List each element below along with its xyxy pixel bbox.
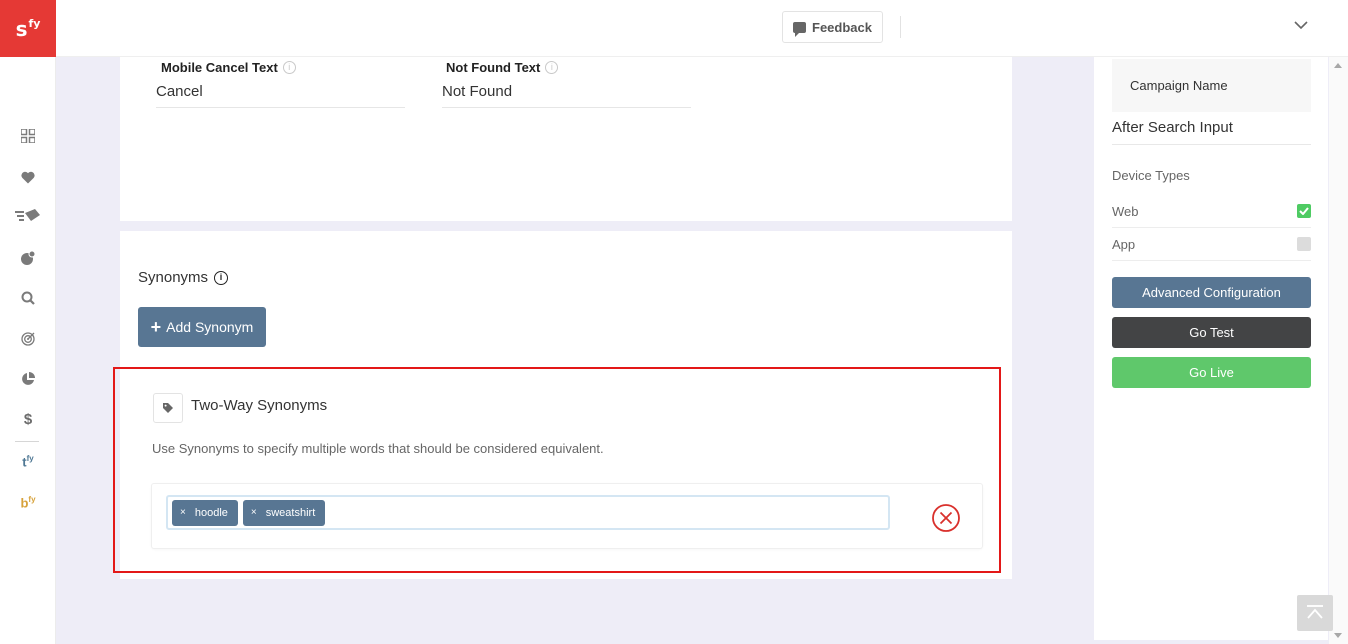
comment-icon (793, 21, 806, 37)
synonym-tag: × hoodle (172, 499, 238, 526)
info-icon[interactable]: i (214, 270, 229, 285)
tag-remove-icon[interactable]: × (251, 507, 257, 518)
sidebar-item-bfy[interactable]: bfy (0, 491, 56, 515)
tag-remove-icon[interactable]: × (180, 507, 186, 518)
sidebar-item-badges[interactable] (0, 246, 56, 270)
device-app-label: App (1112, 236, 1136, 252)
target-icon (21, 332, 35, 346)
sidebar: s fy $ tfy bfy (0, 0, 56, 644)
synonym-tag-label: hoodle (194, 506, 228, 519)
sidebar-item-favorites[interactable] (0, 165, 56, 189)
tag-icon (153, 393, 183, 423)
synonyms-heading: Synonyms i (138, 269, 229, 286)
sidebar-item-dashboard[interactable] (0, 124, 56, 148)
synonym-tags-input[interactable]: × hoodle × sweatshirt (166, 495, 890, 530)
scroll-up-arrow-icon[interactable] (1334, 63, 1342, 68)
tfy-icon: tfy (22, 454, 34, 470)
synonym-tag: × sweatshirt (242, 499, 326, 526)
device-app-row: App (1112, 228, 1311, 261)
arrow-up-icon (1307, 605, 1323, 619)
chevron-down-icon[interactable] (1294, 18, 1308, 32)
app-logo[interactable]: s fy (0, 0, 56, 57)
advanced-configuration-button[interactable]: Advanced Configuration (1112, 277, 1311, 308)
web-checkbox[interactable] (1297, 204, 1311, 218)
mobile-cancel-field: Mobile Cancel Text i Cancel (156, 60, 405, 108)
synonym-row: × hoodle × sweatshirt (151, 483, 983, 549)
not-found-label: Not Found Text (446, 60, 541, 75)
mobile-cancel-label: Mobile Cancel Text (161, 60, 278, 75)
two-way-synonyms-title: Two-Way Synonyms (191, 397, 328, 414)
campaign-name-field[interactable]: Campaign Name (1112, 59, 1311, 112)
campaign-name-label: Campaign Name (1130, 78, 1228, 93)
bfy-icon: bfy (20, 495, 36, 511)
sidebar-item-campaigns[interactable] (0, 204, 56, 228)
device-web-label: Web (1112, 203, 1139, 219)
synonym-tag-label: sweatshirt (265, 506, 316, 519)
two-way-synonyms-group: Two-Way Synonyms Use Synonyms to specify… (113, 367, 1001, 573)
badge-icon (21, 251, 35, 265)
device-web-row: Web (1112, 195, 1311, 228)
feedback-button[interactable]: Feedback (782, 11, 883, 43)
dollar-icon: $ (23, 410, 33, 428)
sidebar-item-pricing[interactable]: $ (0, 407, 56, 431)
heart-icon (21, 171, 35, 183)
scroll-to-top-button[interactable] (1297, 595, 1333, 631)
plus-icon: + (150, 317, 162, 337)
megaphone-icon (15, 209, 40, 221)
info-icon[interactable]: i (545, 61, 559, 74)
synonyms-title: Synonyms (138, 269, 209, 286)
remove-synonym-icon[interactable] (931, 503, 961, 533)
sidebar-divider (15, 441, 39, 442)
text-settings-card: Mobile Cancel Text i Cancel Not Found Te… (120, 57, 1012, 221)
sidebar-item-tfy[interactable]: tfy (0, 450, 56, 474)
scroll-down-arrow-icon[interactable] (1334, 633, 1342, 638)
right-panel: Campaign Name After Search Input Device … (1094, 57, 1328, 640)
topbar-divider (900, 16, 901, 38)
sidebar-item-targeting[interactable] (0, 327, 56, 351)
info-icon[interactable]: i (282, 61, 296, 74)
sidebar-item-analytics[interactable] (0, 367, 56, 391)
feedback-label: Feedback (812, 19, 872, 35)
not-found-field: Not Found Text i Not Found (442, 60, 691, 108)
add-synonym-button[interactable]: + Add Synonym (138, 307, 266, 347)
not-found-input[interactable]: Not Found (442, 83, 691, 108)
device-types-label: Device Types (1112, 168, 1190, 183)
search-icon (21, 291, 35, 305)
scrollbar[interactable] (1329, 57, 1348, 644)
check-icon (1299, 207, 1309, 215)
after-search-input: After Search Input (1112, 119, 1311, 145)
mobile-cancel-input[interactable]: Cancel (156, 83, 405, 108)
app-checkbox[interactable] (1297, 237, 1311, 251)
add-synonym-label: Add Synonym (166, 319, 254, 335)
grid-icon (21, 129, 35, 143)
top-bar: Feedback (56, 0, 1348, 57)
go-test-button[interactable]: Go Test (1112, 317, 1311, 348)
device-types-section: Device Types Web App (1112, 168, 1311, 261)
two-way-synonyms-description: Use Synonyms to specify multiple words t… (152, 441, 604, 456)
go-live-button[interactable]: Go Live (1112, 357, 1311, 388)
pie-chart-icon (22, 372, 35, 385)
sidebar-item-search[interactable] (0, 286, 56, 310)
